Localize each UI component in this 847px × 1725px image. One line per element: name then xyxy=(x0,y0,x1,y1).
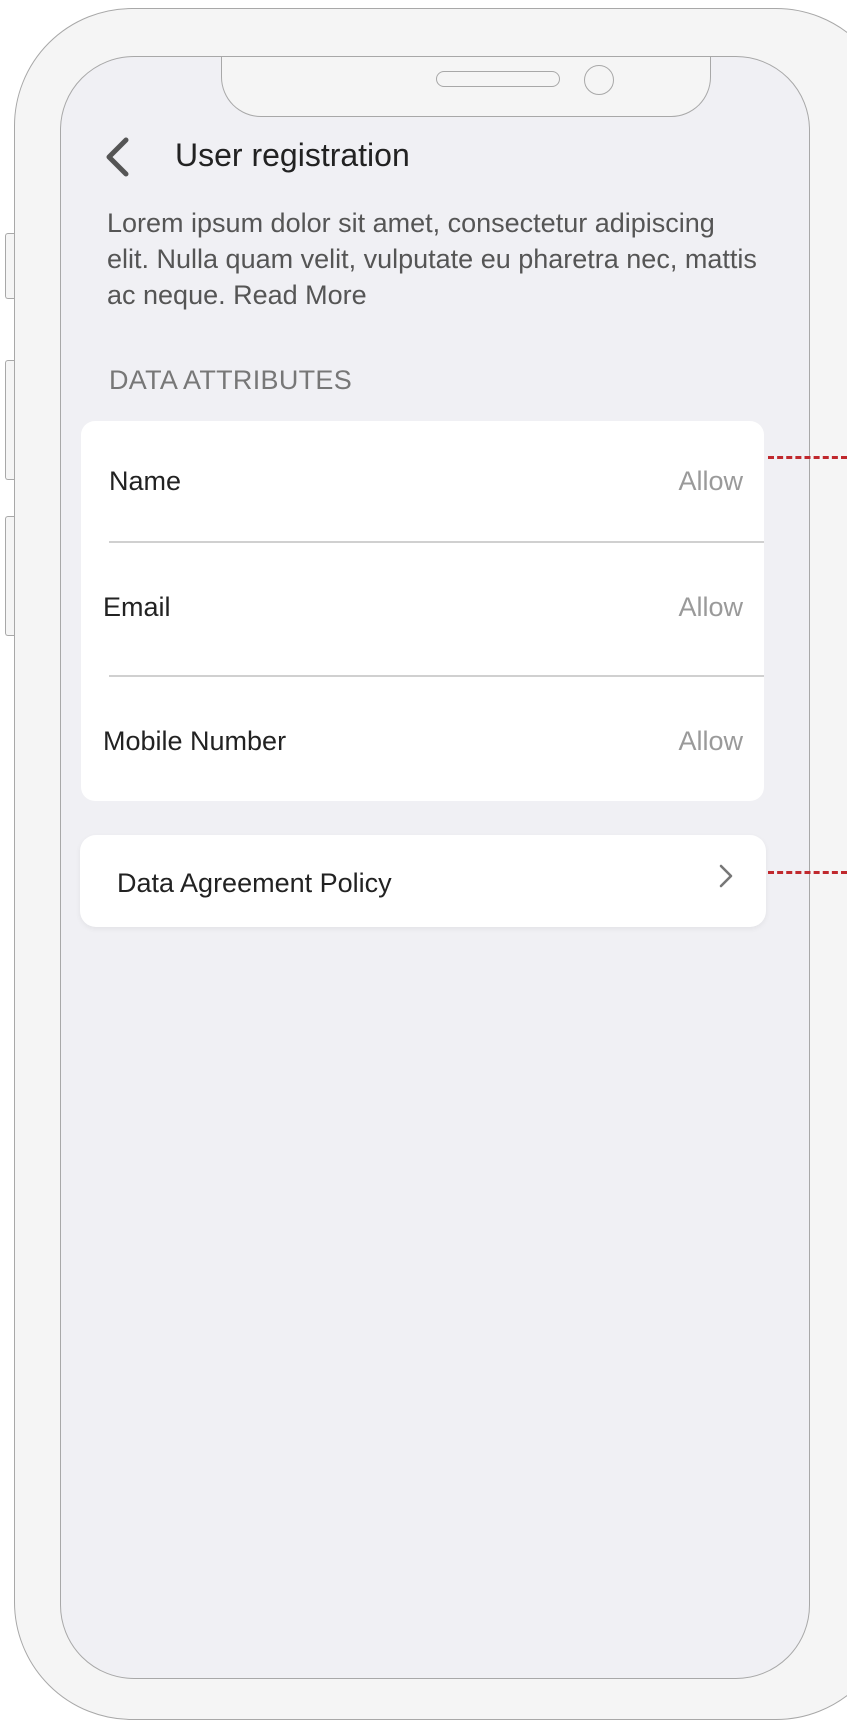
attribute-value: Allow xyxy=(678,465,743,496)
annotation-leader-line xyxy=(768,456,847,459)
back-button[interactable] xyxy=(97,132,137,182)
data-attributes-card: Name Allow Email Allow Mobile Number All… xyxy=(81,421,764,801)
section-label: DATA ATTRIBUTES xyxy=(109,365,353,395)
divider xyxy=(109,541,764,543)
divider xyxy=(109,675,764,677)
front-camera xyxy=(584,65,614,95)
attribute-label: Email xyxy=(103,591,171,622)
attribute-label: Mobile Number xyxy=(103,725,287,756)
policy-label: Data Agreement Policy xyxy=(117,867,392,898)
annotation-leader-line xyxy=(768,871,847,874)
phone-notch xyxy=(221,57,711,117)
attribute-value: Allow xyxy=(678,725,743,756)
phone-screen: User registration Lorem ipsum dolor sit … xyxy=(60,56,810,1679)
attribute-value: Allow xyxy=(678,591,743,622)
data-agreement-policy-button[interactable]: Data Agreement Policy xyxy=(80,835,766,927)
intro-description: Lorem ipsum dolor sit amet, consectetur … xyxy=(107,205,757,313)
attribute-row-name[interactable]: Name Allow xyxy=(81,451,764,511)
intro-text: Lorem ipsum dolor sit amet, consectetur … xyxy=(107,208,757,310)
attribute-label: Name xyxy=(109,465,182,496)
attribute-row-email[interactable]: Email Allow xyxy=(81,577,764,637)
stage: User registration Lorem ipsum dolor sit … xyxy=(0,0,847,1725)
page-title: User registration xyxy=(175,137,410,173)
chevron-left-icon xyxy=(106,137,129,177)
attribute-row-mobile-number[interactable]: Mobile Number Allow xyxy=(81,711,764,771)
read-more-link[interactable]: Read More xyxy=(233,280,367,310)
chevron-right-icon xyxy=(714,861,738,891)
speaker-grille xyxy=(436,71,560,87)
